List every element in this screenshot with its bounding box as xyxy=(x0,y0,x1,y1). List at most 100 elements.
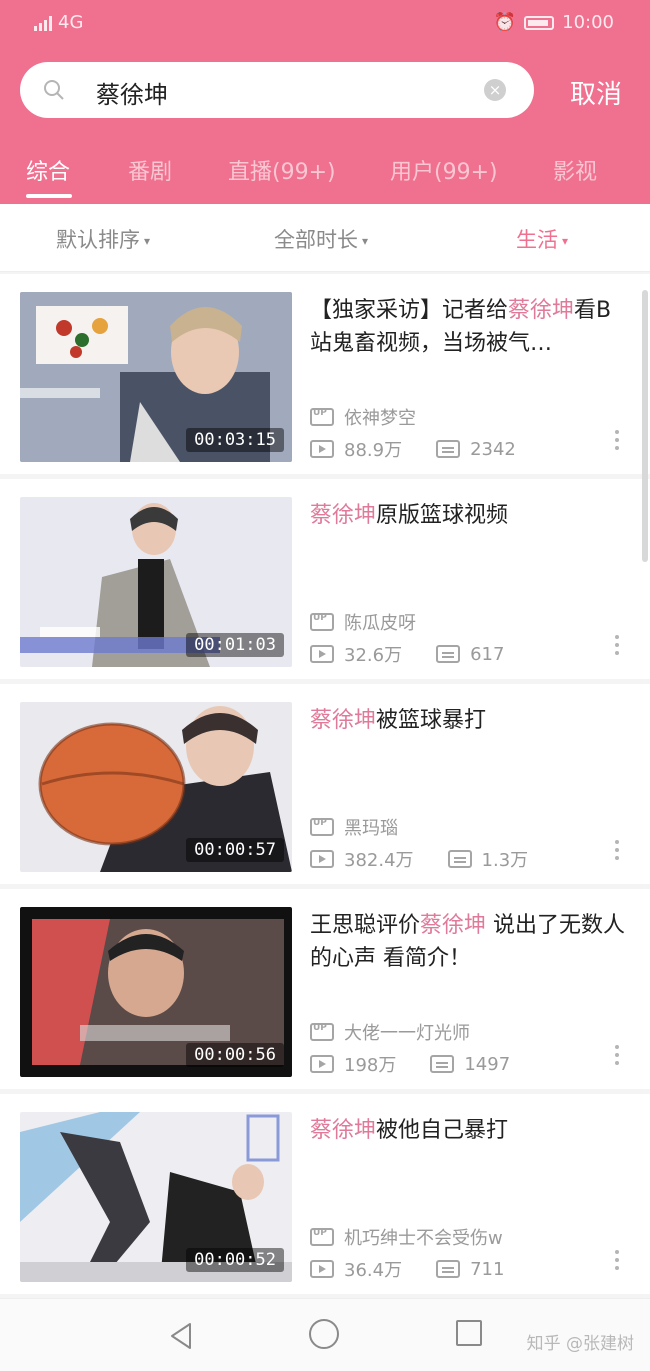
uploader-icon xyxy=(310,408,334,426)
uploader-icon xyxy=(310,1228,334,1246)
video-title[interactable]: 蔡徐坤原版篮球视频 xyxy=(310,499,628,532)
uploader-row[interactable]: 机巧绅士不会受伤w xyxy=(310,1224,503,1250)
uploader-name: 陈瓜皮呀 xyxy=(344,613,416,634)
network-type: 4G xyxy=(58,12,84,33)
title-text: 王思聪评价 xyxy=(310,913,421,938)
more-options-icon[interactable] xyxy=(614,1045,620,1065)
play-count-icon xyxy=(310,440,334,458)
stats-row: 198万 1497 xyxy=(310,1051,510,1077)
sort-filter[interactable]: 默认排序 ▾ xyxy=(56,224,150,254)
status-bar: 4G ⏰ 10:00 xyxy=(0,0,650,48)
tab-movies[interactable]: 影视 xyxy=(553,154,597,186)
uploader-row[interactable]: 黑玛瑙 xyxy=(310,814,398,840)
tab-bangumi[interactable]: 番剧 xyxy=(128,154,172,186)
video-card[interactable]: 00:00:56 王思聪评价蔡徐坤 说出了无数人的心声 看简介！ 大佬一一灯光师… xyxy=(0,889,650,1089)
uploader-name: 依神梦空 xyxy=(344,408,416,429)
watermark: 知乎 @张建树 xyxy=(526,1334,634,1354)
sort-filter-label: 默认排序 xyxy=(56,228,140,252)
more-options-icon[interactable] xyxy=(614,840,620,860)
tab-users[interactable]: 用户(99+) xyxy=(390,154,498,186)
stats-row: 382.4万 1.3万 xyxy=(310,846,528,872)
title-highlight: 蔡徐坤 xyxy=(310,708,377,733)
video-duration: 00:00:57 xyxy=(186,838,284,862)
danmaku-icon xyxy=(436,645,461,663)
video-thumbnail[interactable]: 00:03:15 xyxy=(20,292,292,462)
system-nav-bar: 知乎 @张建树 xyxy=(0,1298,650,1371)
danmaku-count: 2342 xyxy=(470,438,516,460)
danmaku-icon xyxy=(436,440,461,458)
search-input[interactable]: 蔡徐坤 × xyxy=(20,62,534,118)
cancel-button[interactable]: 取消 xyxy=(570,74,622,111)
danmaku-icon xyxy=(436,1260,461,1278)
video-title[interactable]: 王思聪评价蔡徐坤 说出了无数人的心声 看简介！ xyxy=(310,909,628,975)
duration-filter[interactable]: 全部时长 ▾ xyxy=(274,224,368,254)
caret-down-icon: ▾ xyxy=(562,234,569,248)
tab-live[interactable]: 直播(99+) xyxy=(228,154,336,186)
alarm-icon: ⏰ xyxy=(493,12,517,33)
search-query: 蔡徐坤 xyxy=(96,81,168,109)
uploader-row[interactable]: 依神梦空 xyxy=(310,404,416,430)
uploader-row[interactable]: 大佬一一灯光师 xyxy=(310,1019,470,1045)
title-text: 【独家采访】记者给 xyxy=(310,298,509,323)
uploader-icon xyxy=(310,818,334,836)
stats-row: 36.4万 711 xyxy=(310,1256,504,1282)
danmaku-count: 711 xyxy=(470,1258,505,1280)
play-count-icon xyxy=(310,1260,334,1278)
category-filter[interactable]: 生活 ▾ xyxy=(516,224,568,254)
more-options-icon[interactable] xyxy=(614,430,620,450)
uploader-row[interactable]: 陈瓜皮呀 xyxy=(310,609,416,635)
uploader-icon xyxy=(310,1023,334,1041)
uploader-icon xyxy=(310,613,334,631)
title-text: 被他自己暴打 xyxy=(376,1118,509,1143)
search-row: 蔡徐坤 × 取消 xyxy=(20,62,630,120)
video-card[interactable]: 00:00:52 蔡徐坤被他自己暴打 机巧绅士不会受伤w 36.4万 711 xyxy=(0,1094,650,1294)
stats-row: 32.6万 617 xyxy=(310,641,504,667)
uploader-name: 机巧绅士不会受伤w xyxy=(344,1228,503,1249)
danmaku-icon xyxy=(447,850,472,868)
clock: 10:00 xyxy=(562,12,614,33)
title-highlight: 蔡徐坤 xyxy=(508,298,575,323)
more-options-icon[interactable] xyxy=(614,635,620,655)
view-count: 36.4万 xyxy=(344,1260,403,1281)
video-card[interactable]: 00:03:15 【独家采访】记者给蔡徐坤看B站鬼畜视频，当场被气… 依神梦空 … xyxy=(0,274,650,474)
video-duration: 00:00:56 xyxy=(186,1043,284,1067)
danmaku-icon xyxy=(430,1055,455,1073)
video-thumbnail[interactable]: 00:00:56 xyxy=(20,907,292,1077)
video-card[interactable]: 00:01:03 蔡徐坤原版篮球视频 陈瓜皮呀 32.6万 617 xyxy=(0,479,650,679)
back-icon[interactable] xyxy=(166,1321,196,1351)
view-count: 88.9万 xyxy=(344,440,403,461)
stats-row: 88.9万 2342 xyxy=(310,436,516,462)
video-thumbnail[interactable]: 00:00:57 xyxy=(20,702,292,872)
view-count: 382.4万 xyxy=(344,850,414,871)
video-thumbnail[interactable]: 00:01:03 xyxy=(20,497,292,667)
battery-icon xyxy=(524,15,555,30)
uploader-name: 黑玛瑙 xyxy=(344,818,398,839)
home-icon[interactable] xyxy=(309,1319,339,1349)
filter-bar: 默认排序 ▾ 全部时长 ▾ 生活 ▾ xyxy=(0,204,650,272)
category-filter-label: 生活 xyxy=(516,228,558,252)
clear-icon[interactable]: × xyxy=(484,79,506,101)
video-duration: 00:01:03 xyxy=(186,633,284,657)
video-duration: 00:03:15 xyxy=(186,428,284,452)
scrollbar[interactable] xyxy=(642,290,648,562)
title-highlight: 蔡徐坤 xyxy=(310,1118,377,1143)
video-thumbnail[interactable]: 00:00:52 xyxy=(20,1112,292,1282)
signal-icon xyxy=(34,15,52,31)
video-card[interactable]: 00:00:57 蔡徐坤被篮球暴打 黑玛瑙 382.4万 1.3万 xyxy=(0,684,650,884)
danmaku-count: 1.3万 xyxy=(481,850,529,871)
video-title[interactable]: 蔡徐坤被篮球暴打 xyxy=(310,704,628,737)
video-duration: 00:00:52 xyxy=(186,1248,284,1272)
duration-filter-label: 全部时长 xyxy=(274,228,358,252)
caret-down-icon: ▾ xyxy=(362,234,369,248)
recent-apps-icon[interactable] xyxy=(456,1320,482,1346)
play-count-icon xyxy=(310,645,334,663)
header: 4G ⏰ 10:00 蔡徐坤 × 取消 综合 番剧 直播(99+) 用户(99+… xyxy=(0,0,650,204)
more-options-icon[interactable] xyxy=(614,1250,620,1270)
danmaku-count: 1497 xyxy=(464,1053,511,1075)
video-title[interactable]: 【独家采访】记者给蔡徐坤看B站鬼畜视频，当场被气… xyxy=(310,294,628,360)
danmaku-count: 617 xyxy=(470,643,505,665)
uploader-name: 大佬一一灯光师 xyxy=(344,1023,470,1044)
video-title[interactable]: 蔡徐坤被他自己暴打 xyxy=(310,1114,628,1147)
tab-comprehensive[interactable]: 综合 xyxy=(26,154,70,186)
search-icon xyxy=(44,80,64,100)
